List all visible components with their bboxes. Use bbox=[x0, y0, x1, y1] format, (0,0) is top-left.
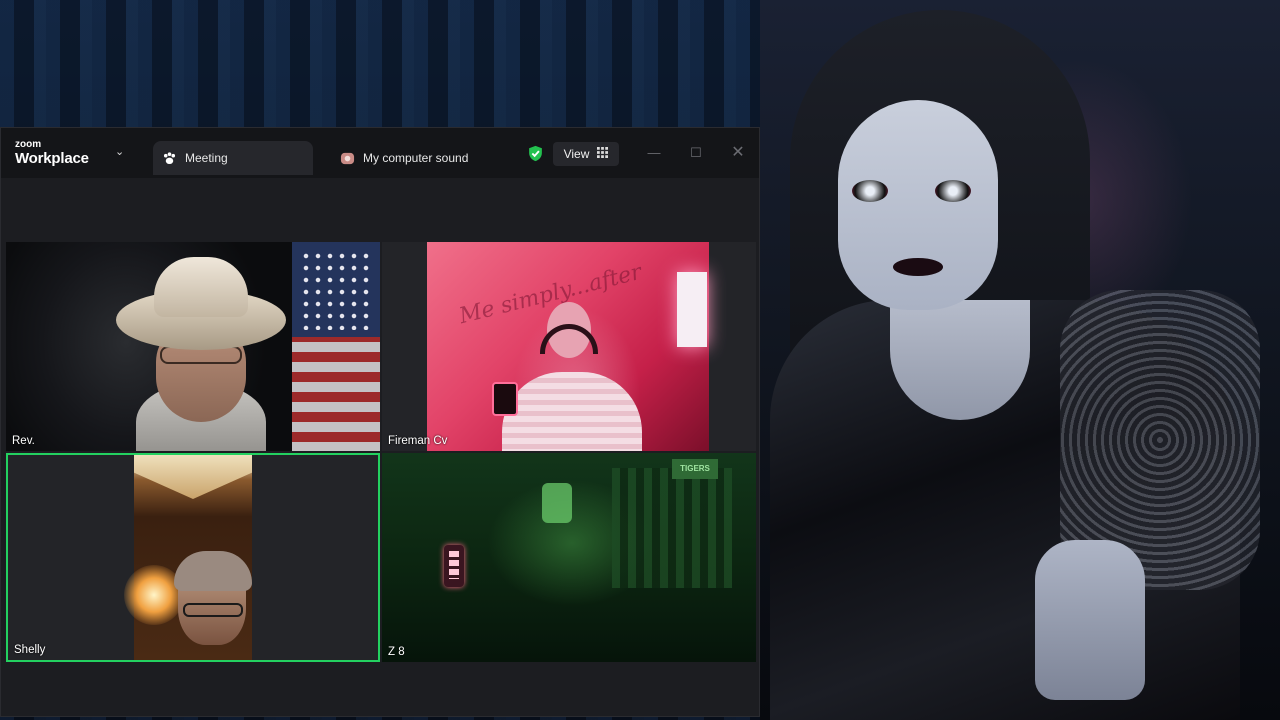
title-bar[interactable]: zoom Workplace ⌄ Meeting My computer sou… bbox=[1, 128, 759, 178]
participant-glasses bbox=[183, 603, 243, 617]
speaker-app-icon bbox=[339, 150, 355, 166]
tab-meeting-label: Meeting bbox=[185, 151, 228, 165]
minimize-icon[interactable]: — bbox=[645, 144, 663, 162]
tab-my-computer-sound[interactable]: My computer sound bbox=[331, 141, 501, 175]
zoom-meeting-window: zoom Workplace ⌄ Meeting My computer sou… bbox=[0, 127, 760, 717]
glowing-monitor bbox=[677, 272, 707, 347]
tab-my-computer-sound-label: My computer sound bbox=[363, 151, 469, 165]
wallpaper-figure-hand bbox=[1035, 540, 1145, 700]
shelf bbox=[612, 468, 732, 588]
wallpaper-figure-eye bbox=[852, 180, 888, 202]
participant-name: Fireman Cv bbox=[388, 435, 448, 447]
grid-icon bbox=[597, 147, 609, 161]
view-button-label: View bbox=[563, 147, 590, 161]
participant-name: Rev. bbox=[12, 435, 35, 447]
wallpaper-figure-face bbox=[838, 100, 998, 310]
close-icon[interactable]: ✕ bbox=[729, 144, 747, 162]
participant-name: Shelly bbox=[14, 644, 46, 656]
tab-meeting[interactable]: Meeting bbox=[153, 141, 313, 175]
microphone bbox=[492, 382, 518, 416]
cowboy-hat-crown bbox=[154, 257, 248, 317]
brand-small-text: zoom bbox=[15, 139, 42, 150]
chevron-down-icon[interactable]: ⌄ bbox=[115, 145, 124, 158]
video-tile[interactable]: Me simply...after Fireman Cv bbox=[382, 242, 756, 451]
wallpaper-figure-lips bbox=[893, 258, 943, 276]
zoom-workplace-logo[interactable]: zoom Workplace bbox=[15, 139, 89, 168]
light-fixture bbox=[444, 545, 464, 587]
wallpaper-figure-eye bbox=[935, 180, 971, 202]
video-tile[interactable]: TIGERS Z 8 bbox=[382, 453, 756, 662]
green-light bbox=[542, 483, 572, 523]
video-tile[interactable]: Rev. bbox=[6, 242, 380, 451]
video-tile-active-speaker[interactable]: Shelly bbox=[6, 453, 380, 662]
brand-big-text: Workplace bbox=[15, 150, 89, 167]
tigers-sign: TIGERS bbox=[672, 459, 718, 479]
paw-icon bbox=[161, 150, 177, 166]
participant-name: Z 8 bbox=[388, 646, 405, 658]
flag-stars bbox=[300, 250, 372, 330]
maximize-icon[interactable]: ☐ bbox=[687, 144, 705, 162]
view-button[interactable]: View bbox=[553, 142, 619, 166]
shield-check-icon[interactable] bbox=[527, 145, 544, 162]
